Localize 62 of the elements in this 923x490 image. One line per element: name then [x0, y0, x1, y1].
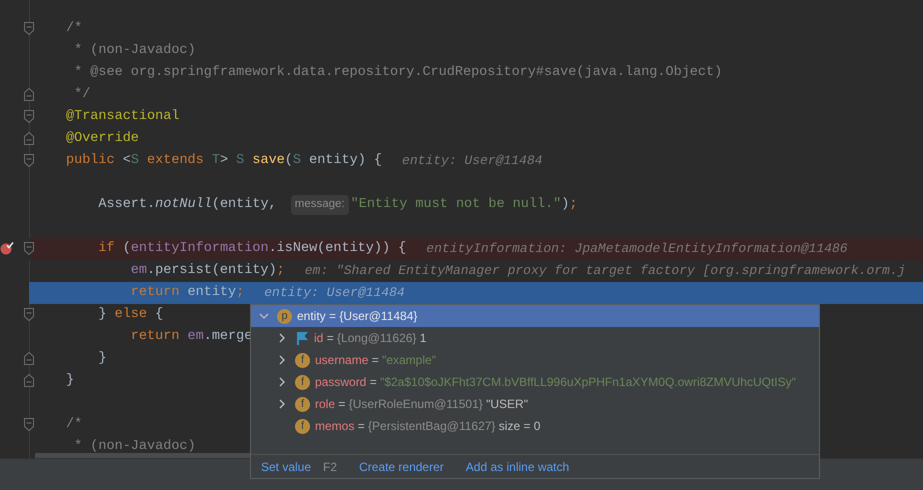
action-link[interactable]: Set value — [261, 458, 312, 476]
tree-row[interactable]: f role = {UserRoleEnum@11501} "USER" — [251, 393, 819, 415]
code-text: } — [97, 350, 107, 368]
action-link[interactable]: Add as inline watch — [466, 458, 570, 476]
code-text: em.persist(entity); — [130, 262, 285, 280]
parameter-hint: message: — [290, 195, 349, 215]
code-text: /* — [66, 20, 82, 38]
inline-value-hint: entity: User@11484 — [264, 284, 405, 302]
fold-icon[interactable] — [24, 374, 34, 387]
code-text: return entity; — [130, 284, 244, 302]
field-badge: f — [295, 418, 310, 434]
fold-icon[interactable] — [24, 110, 34, 123]
flag-icon — [295, 331, 309, 345]
field-badge: f — [295, 352, 310, 368]
chevron-right-icon[interactable] — [277, 355, 287, 365]
horizontal-scrollbar[interactable] — [35, 453, 250, 458]
fold-icon[interactable] — [24, 352, 34, 365]
code-text: return em.merge — [130, 328, 252, 346]
fold-icon[interactable] — [24, 22, 34, 35]
chevron-right-icon[interactable] — [277, 333, 287, 343]
inline-value-hint: entityInformation: JpaMetamodelEntityInformation@11486 — [426, 240, 848, 258]
action-link[interactable]: Create renderer — [359, 458, 444, 476]
code-text: } — [66, 372, 74, 390]
code-text: if (entityInformation.isNew(entity)) { — [97, 240, 406, 258]
tree-row[interactable]: f username = "example" — [251, 349, 819, 371]
chevron-right-icon[interactable] — [277, 399, 287, 409]
fold-icon[interactable] — [24, 308, 34, 321]
code-text: @Override — [66, 130, 139, 148]
inline-value-hint: entity: User@11484 — [402, 152, 542, 170]
tree-row[interactable]: f memos = {PersistentBag@11627} size = 0 — [251, 415, 819, 437]
shortcut-text: F2 — [323, 458, 338, 476]
code-text: * @see org.springframework.data.repository.CrudRepository#save(java.lang.Object) — [73, 64, 722, 82]
chevron-down-icon[interactable] — [259, 311, 269, 321]
variable-value: password = "$2a$10$oJKFht37CM.bVBffLL996uXpPHFn1aXYM0Q.owri8ZMVUhcUQtISy" — [315, 374, 796, 391]
fold-icon[interactable] — [24, 418, 34, 431]
field-badge: p — [277, 308, 292, 324]
variable-value: id = {Long@11626} 1 — [314, 330, 426, 347]
code-text: * (non-Javadoc) — [73, 438, 196, 456]
code-text: Assert.notNull(entity, — [97, 196, 278, 214]
variable-value: username = "example" — [315, 352, 436, 369]
fold-icon[interactable] — [24, 154, 34, 167]
code-text: @Transactional — [66, 108, 180, 126]
tree-row[interactable]: f password = "$2a$10$oJKFht37CM.bVBffLL996uXpPHFn1aXYM0Q.owri8ZMVUhcUQtISy" — [251, 371, 819, 393]
fold-icon[interactable] — [24, 242, 34, 255]
fold-icon[interactable] — [24, 132, 34, 145]
tree-row[interactable]: id = {Long@11626} 1 — [251, 327, 819, 349]
field-badge: f — [295, 396, 310, 412]
tree-row[interactable]: p entity = {User@11484} — [251, 305, 819, 327]
code-text: public <S extends T> S save(S entity) { — [66, 152, 382, 170]
code-text: /* — [66, 416, 82, 434]
code-text: } else { — [97, 306, 164, 324]
field-badge: f — [295, 374, 310, 390]
code-text: "Entity must not be null."); — [350, 196, 578, 214]
code-text: * (non-Javadoc) — [73, 42, 196, 60]
breakpoint-icon[interactable] — [0, 241, 14, 255]
chevron-right-icon[interactable] — [277, 377, 287, 387]
fold-icon[interactable] — [24, 88, 34, 101]
variable-value: entity = {User@11484} — [297, 308, 418, 325]
variable-value: memos = {PersistentBag@11627} size = 0 — [315, 418, 540, 435]
code-text: */ — [73, 86, 90, 104]
inline-value-hint: em: "Shared EntityManager proxy for target factory [org.springframework.orm.j — [304, 262, 906, 280]
variable-value: role = {UserRoleEnum@11501} "USER" — [315, 396, 528, 413]
